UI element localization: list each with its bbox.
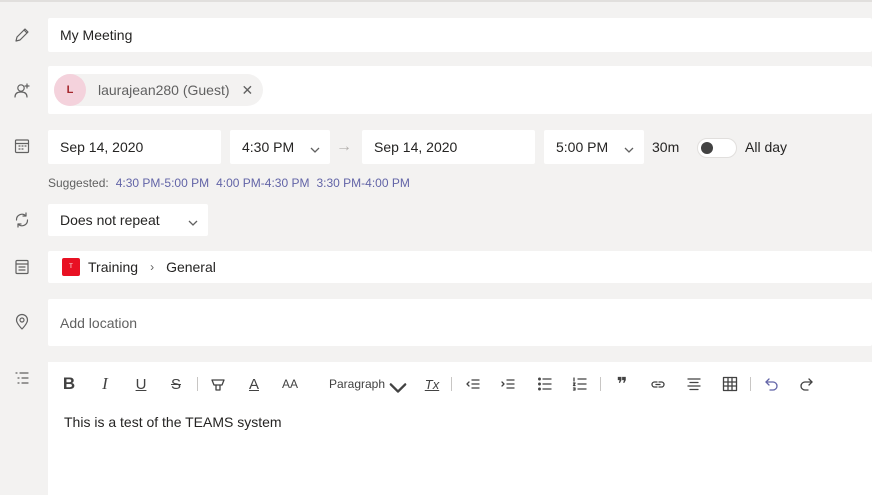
link-icon[interactable] [648, 370, 668, 398]
location-input[interactable]: Add location [48, 299, 872, 346]
numbered-list-icon[interactable] [570, 370, 590, 398]
details-editor[interactable]: B I U S A AA Paragraph Tx ❞ This is a te… [48, 362, 872, 495]
underline-button[interactable]: U [132, 370, 150, 398]
clear-formatting-button[interactable]: Tx [422, 370, 442, 398]
channel-icon [12, 257, 32, 277]
chevron-down-icon [188, 215, 198, 226]
start-time-value: 4:30 PM [242, 139, 295, 155]
end-time-value: 5:00 PM [556, 139, 609, 155]
toolbar-divider [197, 377, 198, 391]
chevron-down-icon [389, 379, 407, 393]
start-date-input[interactable]: Sep 14, 2020 [48, 130, 221, 164]
suggested-times: Suggested: 4:30 PM-5:00 PM 4:00 PM-4:30 … [48, 176, 410, 190]
font-color-button[interactable]: A [245, 370, 263, 398]
chevron-down-icon [310, 142, 320, 153]
increase-indent-icon[interactable] [498, 370, 518, 398]
undo-icon[interactable] [761, 370, 781, 398]
team-name: Training [88, 259, 139, 275]
align-center-icon[interactable] [684, 370, 704, 398]
repeat-icon [12, 210, 32, 230]
bulleted-list-icon[interactable] [535, 370, 555, 398]
details-list-icon [12, 368, 32, 388]
channel-name: General [166, 259, 216, 275]
remove-attendee-icon[interactable]: ✕ [242, 82, 254, 99]
arrow-right-icon: → [336, 138, 352, 155]
suggested-label: Suggested: [48, 176, 109, 190]
details-body-text[interactable]: This is a test of the TEAMS system [64, 414, 282, 430]
all-day-toggle[interactable] [697, 138, 737, 158]
strikethrough-button[interactable]: S [167, 370, 185, 398]
team-badge: T [62, 258, 80, 276]
paragraph-select[interactable]: Paragraph [328, 370, 407, 398]
paragraph-label: Paragraph [328, 377, 386, 391]
bold-button[interactable]: B [60, 370, 78, 398]
toolbar-divider [750, 377, 751, 391]
toolbar-divider [451, 377, 452, 391]
chevron-down-icon [624, 142, 634, 153]
table-icon[interactable] [720, 370, 740, 398]
attendee-name: laurajean280 (Guest) [98, 82, 230, 98]
suggested-slot[interactable]: 4:30 PM-5:00 PM [116, 176, 209, 190]
avatar: L [54, 74, 86, 106]
quote-button[interactable]: ❞ [612, 370, 632, 398]
location-pin-icon [12, 312, 32, 332]
suggested-slot[interactable]: 3:30 PM-4:00 PM [316, 176, 409, 190]
font-size-button[interactable]: AA [280, 370, 300, 398]
suggested-slot[interactable]: 4:00 PM-4:30 PM [216, 176, 309, 190]
meeting-title-input[interactable]: My Meeting [48, 18, 872, 52]
highlight-icon[interactable] [208, 370, 228, 398]
all-day-label: All day [745, 139, 788, 155]
pencil-icon [12, 25, 32, 45]
decrease-indent-icon[interactable] [463, 370, 483, 398]
formatting-toolbar: B I U S A AA Paragraph Tx ❞ [48, 370, 872, 398]
repeat-select[interactable]: Does not repeat [48, 204, 208, 236]
end-time-select[interactable]: 5:00 PM [544, 130, 644, 164]
start-time-select[interactable]: 4:30 PM [230, 130, 330, 164]
end-date-input[interactable]: Sep 14, 2020 [362, 130, 535, 164]
top-divider [0, 0, 872, 2]
italic-button[interactable]: I [96, 370, 114, 398]
attendee-chip[interactable]: L laurajean280 (Guest) ✕ [54, 74, 264, 106]
toolbar-divider [600, 377, 601, 391]
chevron-right-icon: › [150, 260, 155, 274]
calendar-icon [12, 136, 32, 156]
add-person-icon [12, 80, 32, 100]
duration-label: 30m [652, 139, 680, 155]
redo-icon[interactable] [797, 370, 817, 398]
repeat-value: Does not repeat [60, 212, 160, 228]
attendees-field[interactable]: L laurajean280 (Guest) ✕ [48, 66, 872, 114]
toggle-knob [701, 142, 713, 154]
channel-field[interactable]: T Training › General [48, 251, 872, 283]
